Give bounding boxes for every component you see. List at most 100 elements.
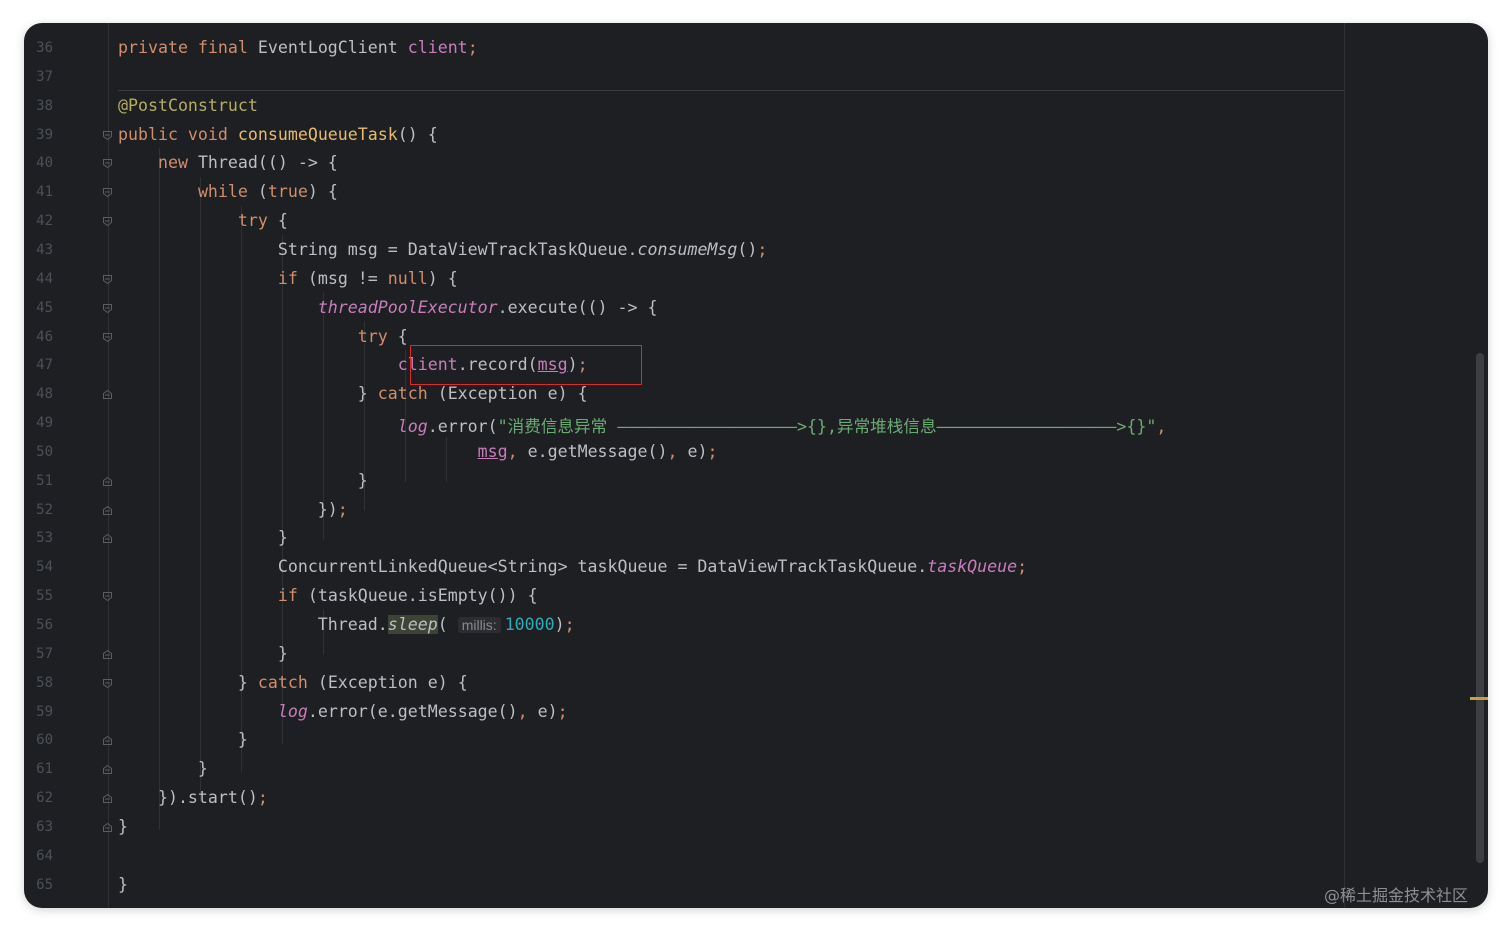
fold-end-icon[interactable] [102,389,113,400]
code-text[interactable]: Thread.sleep( millis: 10000); [118,615,575,634]
line-number[interactable]: 59 [24,704,53,720]
code-text[interactable]: } [118,730,248,749]
fold-end-icon[interactable] [102,476,113,487]
code-line[interactable]: 41 while (true) { [24,178,1464,207]
line-number[interactable]: 65 [24,877,53,893]
line-number[interactable]: 43 [24,242,53,258]
line-number[interactable]: 48 [24,386,53,402]
fold-end-icon[interactable] [102,505,113,516]
code-text[interactable]: } catch (Exception e) { [118,673,468,692]
code-line[interactable]: 54 ConcurrentLinkedQueue<String> taskQue… [24,553,1464,582]
code-line[interactable]: 44 if (msg != null) { [24,265,1464,294]
code-text[interactable]: try { [118,327,408,346]
code-text[interactable]: } [118,644,288,663]
line-number[interactable]: 50 [24,444,53,460]
code-line[interactable]: 61 } [24,755,1464,784]
line-number[interactable]: 57 [24,646,53,662]
code-line[interactable]: 63} [24,813,1464,842]
line-number[interactable]: 38 [24,98,53,114]
code-line[interactable]: 57 } [24,640,1464,669]
code-text[interactable]: } [118,759,208,778]
line-number[interactable]: 55 [24,588,53,604]
code-text[interactable]: if (msg != null) { [118,269,458,288]
line-number[interactable]: 63 [24,819,53,835]
line-number[interactable]: 49 [24,415,53,431]
code-line[interactable]: 36 private final EventLogClient client; [24,34,1464,63]
line-number[interactable]: 51 [24,473,53,489]
code-text[interactable]: try { [118,211,288,230]
code-text[interactable]: @PostConstruct [118,96,258,115]
code-text[interactable]: log.error("消费信息异常 ——————————————————>{},… [118,413,1167,437]
line-number[interactable]: 40 [24,155,53,171]
fold-end-icon[interactable] [102,793,113,804]
code-line[interactable]: 60 } [24,726,1464,755]
code-text[interactable]: while (true) { [118,182,338,201]
code-text[interactable]: threadPoolExecutor.execute(() -> { [118,298,658,317]
code-text[interactable]: if (taskQueue.isEmpty()) { [118,586,538,605]
line-number[interactable]: 45 [24,300,53,316]
code-text[interactable]: }).start(); [118,788,268,807]
code-text[interactable]: String msg = DataViewTrackTaskQueue.cons… [118,240,768,259]
code-line[interactable]: 47 client.record(msg); [24,351,1464,380]
code-line[interactable]: 40 new Thread(() -> { [24,149,1464,178]
line-number[interactable]: 46 [24,329,53,345]
fold-open-icon[interactable] [102,591,113,602]
code-line[interactable]: 46 try { [24,323,1464,352]
code-line[interactable]: 55 if (taskQueue.isEmpty()) { [24,582,1464,611]
code-text[interactable]: public void consumeQueueTask() { [118,125,438,144]
code-text[interactable]: ConcurrentLinkedQueue<String> taskQueue … [118,557,1027,576]
line-number[interactable]: 39 [24,127,53,143]
fold-end-icon[interactable] [102,735,113,746]
fold-open-icon[interactable] [102,187,113,198]
code-line[interactable]: 50 msg, e.getMessage(), e); [24,438,1464,467]
code-text[interactable]: new Thread(() -> { [118,153,338,172]
code-line[interactable]: 43 String msg = DataViewTrackTaskQueue.c… [24,236,1464,265]
code-text[interactable]: } [118,817,128,836]
code-line[interactable]: 38 @PostConstruct [24,92,1464,121]
line-number[interactable]: 47 [24,357,53,373]
line-number[interactable]: 60 [24,732,53,748]
code-text[interactable]: private final EventLogClient client; [118,38,478,57]
fold-open-icon[interactable] [102,274,113,285]
code-line[interactable]: 58 } catch (Exception e) { [24,669,1464,698]
fold-end-icon[interactable] [102,649,113,660]
code-text[interactable]: } [118,875,128,894]
code-line[interactable]: 45 threadPoolExecutor.execute(() -> { [24,294,1464,323]
line-number[interactable]: 58 [24,675,53,691]
fold-open-icon[interactable] [102,332,113,343]
code-text[interactable]: } [118,471,368,490]
code-text[interactable]: msg, e.getMessage(), e); [118,442,718,461]
line-number[interactable]: 54 [24,559,53,575]
line-number[interactable]: 61 [24,761,53,777]
code-line[interactable]: 48 } catch (Exception e) { [24,380,1464,409]
line-number[interactable]: 41 [24,184,53,200]
fold-open-icon[interactable] [102,303,113,314]
line-number[interactable]: 42 [24,213,53,229]
code-line[interactable]: 53 } [24,524,1464,553]
line-number[interactable]: 56 [24,617,53,633]
code-text[interactable]: }); [118,500,348,519]
code-line[interactable]: 59 log.error(e.getMessage(), e); [24,698,1464,727]
code-line[interactable]: 51 } [24,467,1464,496]
line-number[interactable]: 37 [24,69,53,85]
code-line[interactable]: 56 Thread.sleep( millis: 10000); [24,611,1464,640]
code-line[interactable]: 65} [24,871,1464,900]
code-line[interactable]: 37 [24,63,1464,92]
line-number[interactable]: 53 [24,530,53,546]
code-line[interactable]: 52 }); [24,496,1464,525]
vertical-scrollbar[interactable] [1476,353,1484,863]
code-line[interactable]: 64 [24,842,1464,871]
fold-end-icon[interactable] [102,764,113,775]
fold-end-icon[interactable] [102,822,113,833]
code-text[interactable]: } catch (Exception e) { [118,384,588,403]
code-line[interactable]: 39 public void consumeQueueTask() { [24,121,1464,150]
code-text[interactable]: } [118,528,288,547]
code-line[interactable]: 49 log.error("消费信息异常 ——————————————————>… [24,409,1464,438]
code-line[interactable]: 62 }).start(); [24,784,1464,813]
fold-end-icon[interactable] [102,533,113,544]
code-text[interactable]: log.error(e.getMessage(), e); [118,702,568,721]
code-line[interactable]: 42 try { [24,207,1464,236]
line-number[interactable]: 44 [24,271,53,287]
line-number[interactable]: 36 [24,40,53,56]
fold-open-icon[interactable] [102,216,113,227]
